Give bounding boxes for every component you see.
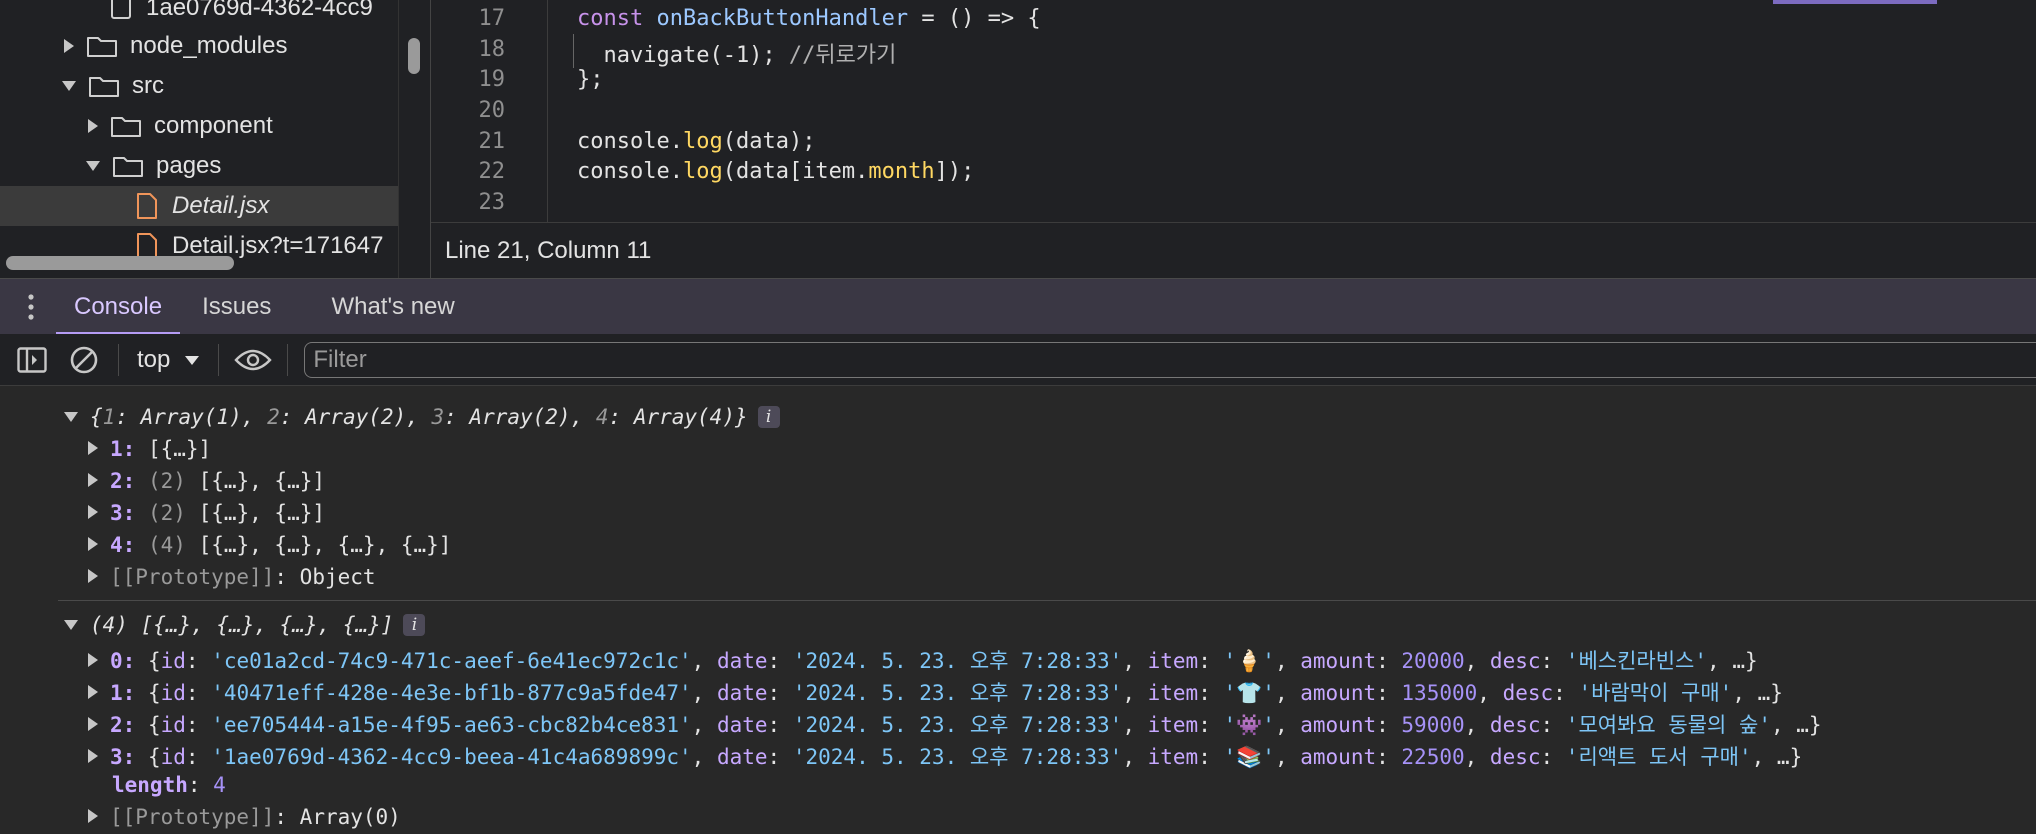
gutter-separator [547,0,548,222]
tree-item-label: component [154,112,273,139]
console-array-item[interactable]: 0: {id: 'ce01a2cd-74c9-471c-aeef-6e41ec9… [88,645,1758,675]
line-number: 20 [478,98,506,123]
tree-item-label: src [132,72,164,99]
code-editor[interactable]: 17 18 19 20 21 22 23 const onBackButtonH… [430,0,2036,278]
tree-item-component[interactable]: component [88,106,273,146]
file-icon [137,193,157,219]
tab-label: Issues [202,292,272,320]
tree-item-node-modules[interactable]: node_modules [64,26,287,66]
tree-item-label: Detail.jsx [172,192,270,219]
code-line-17: const onBackButtonHandler = () => { [577,6,1041,31]
collapse-arrow-icon[interactable] [62,81,76,91]
tree-item-label: pages [156,152,222,179]
dropdown-caret-icon [185,355,200,365]
top-border-accent [1773,0,1937,4]
eye-icon[interactable] [227,334,279,386]
file-icon [111,0,131,19]
toolbar-separator [218,343,220,376]
expand-arrow-icon[interactable] [88,685,98,699]
folder-icon [113,157,143,177]
console-array-summary[interactable]: (4) [{…}, {…}, {…}, {…}] i [64,613,426,637]
console-object-property[interactable]: 1: [{…}] [88,437,211,461]
collapse-arrow-icon[interactable] [64,620,78,630]
context-label: top [137,345,171,373]
code-line-19: }; [577,67,604,92]
drawer-tab-bar: Console Issues What's new [0,278,2036,335]
sources-panel: 1ae0769d-4362-4cc9 node_modules src comp… [0,0,2036,278]
expand-arrow-icon[interactable] [88,441,98,455]
expand-arrow-icon[interactable] [88,537,98,551]
expand-arrow-icon[interactable] [88,717,98,731]
console-object-property[interactable]: 4: (4) [{…}, {…}, {…}, {…}] [88,533,451,557]
collapse-arrow-icon[interactable] [86,161,100,171]
expand-arrow-icon[interactable] [88,569,98,583]
folder-icon [89,77,119,97]
console-array-item[interactable]: 1: {id: '40471eff-428e-4e3e-bf1b-877c9a5… [88,677,1783,707]
tree-item-src[interactable]: src [62,66,164,106]
expand-arrow-icon[interactable] [88,749,98,763]
code-line-21: console.log(data); [577,129,816,154]
file-navigator: 1ae0769d-4362-4cc9 node_modules src comp… [0,0,428,278]
console-object-property[interactable]: 3: (2) [{…}, {…}] [88,501,325,525]
tree-item-detail-jsx[interactable]: Detail.jsx [0,186,398,226]
indent-guide [573,34,574,68]
console-object-prototype[interactable]: [[Prototype]]: Object [88,565,376,589]
console-toolbar: top [0,334,2036,386]
info-icon[interactable]: i [403,614,426,636]
console-array-item[interactable]: 3: {id: '1ae0769d-4362-4cc9-beea-41c4a68… [88,741,1802,771]
tab-console[interactable]: Console [56,279,181,335]
tree-item-label: 1ae0769d-4362-4cc9 [146,0,373,21]
message-separator [58,600,2036,601]
code-line-22: console.log(data[item.month]); [577,159,975,184]
console-object-summary[interactable]: {1: Array(1), 2: Array(2), 3: Array(2), … [64,405,780,429]
folder-icon [111,117,141,137]
expand-arrow-icon[interactable] [64,39,74,53]
expand-arrow-icon[interactable] [88,809,98,823]
folder-icon [87,37,117,57]
console-object-property[interactable]: 2: (2) [{…}, {…}] [88,469,325,493]
info-icon[interactable]: i [757,406,780,428]
tab-label: Console [74,292,163,320]
expand-arrow-icon[interactable] [88,473,98,487]
line-number: 19 [478,67,506,92]
toolbar-separator [118,343,119,376]
line-number: 23 [478,190,506,215]
toolbar-separator [287,343,289,376]
console-array-item[interactable]: 2: {id: 'ee705444-a15e-4f95-ae63-cbc82b4… [88,709,1822,739]
console-array-prototype[interactable]: [[Prototype]]: Array(0) [88,805,401,829]
filter-input[interactable] [304,341,2036,378]
tab-label: What's new [331,292,455,320]
tree-vertical-scroll-thumb[interactable] [408,38,420,74]
context-selector[interactable]: top [127,346,210,374]
tree-item-label: node_modules [130,32,288,59]
editor-status-bar: Line 21, Column 11 [431,222,2036,278]
line-number: 21 [478,129,506,154]
tab-issues[interactable]: Issues [184,279,289,335]
cursor-position: Line 21, Column 11 [445,236,652,264]
code-line-18: navigate(-1); //뒤로가기 [577,43,897,68]
line-number: 22 [478,159,506,184]
clear-console-icon[interactable] [58,334,110,386]
kebab-menu-icon[interactable] [0,279,62,335]
expand-arrow-icon[interactable] [88,653,98,667]
console-output: {1: Array(1), 2: Array(2), 3: Array(2), … [0,387,2036,834]
sidebar-toggle-icon[interactable] [6,334,58,386]
tab-whats-new[interactable]: What's new [313,279,472,335]
collapse-arrow-icon[interactable] [64,412,78,422]
tree-horizontal-scroll-thumb[interactable] [6,256,234,270]
tree-item-pages[interactable]: pages [86,146,221,186]
tree-item[interactable]: 1ae0769d-4362-4cc9 [110,0,373,28]
expand-arrow-icon[interactable] [88,505,98,519]
line-number: 17 [478,6,506,31]
line-number: 18 [478,37,506,62]
console-array-length: length: 4 [112,773,226,797]
expand-arrow-icon[interactable] [88,119,98,133]
